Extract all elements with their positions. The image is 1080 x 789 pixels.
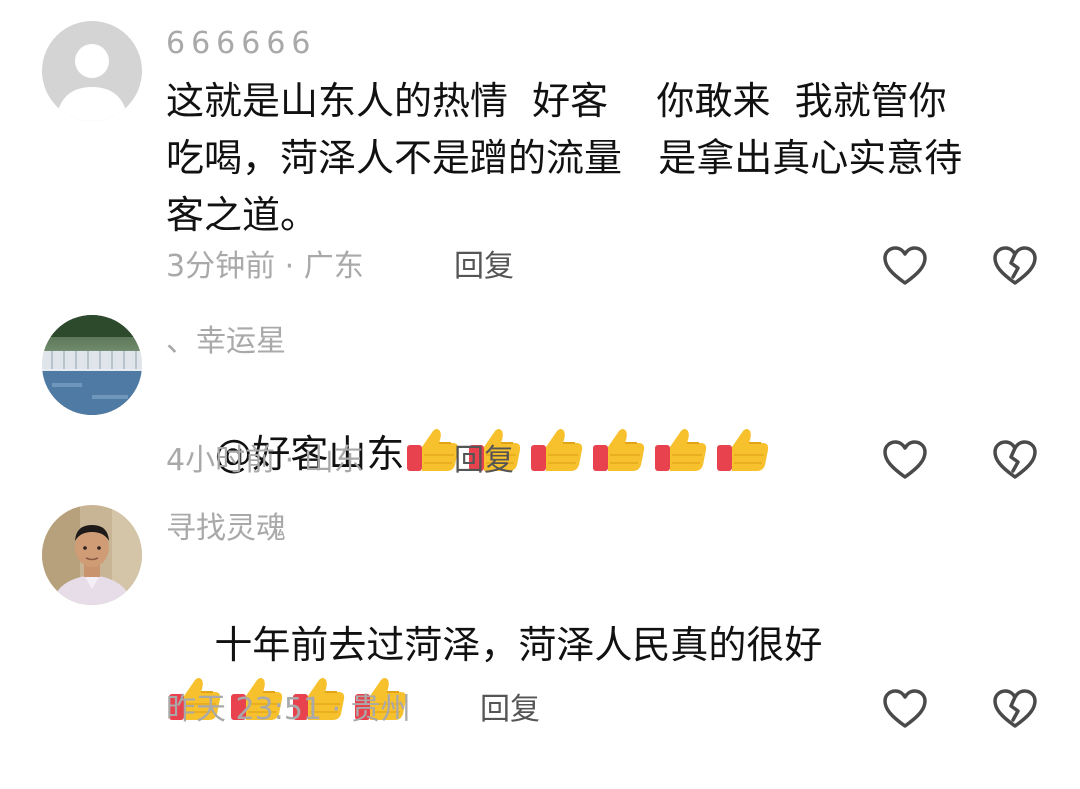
- user-avatar[interactable]: [42, 315, 142, 415]
- thumbs-up-emoji: [714, 425, 772, 475]
- comment-username[interactable]: 寻找灵魂: [166, 509, 286, 549]
- user-avatar[interactable]: [42, 21, 142, 121]
- broken-heart-icon: [993, 440, 1037, 479]
- comment-meta: 昨天 23:51 · 贵州: [166, 692, 411, 727]
- default-avatar-icon: [42, 21, 142, 121]
- heart-outline-icon: [883, 689, 927, 728]
- dislike-button[interactable]: [991, 244, 1039, 288]
- thumbs-up-emoji: [652, 425, 710, 475]
- like-button[interactable]: [881, 244, 929, 288]
- comment-item: 、幸运星 @好客山东 4小时前 · 山东 回复: [0, 300, 1080, 500]
- comment-item: 666666 这就是山东人的热情 好客 你敢来 我就管你 吃喝，菏泽人不是蹭的流…: [0, 0, 1080, 300]
- reply-button[interactable]: 回复: [454, 247, 514, 287]
- like-button[interactable]: [881, 687, 929, 731]
- comment-text: 十年前去过菏泽，菏泽人民真的很好: [214, 623, 823, 667]
- dislike-button[interactable]: [991, 438, 1039, 482]
- waterfall-photo: [42, 315, 142, 415]
- comment-meta: 3分钟前 · 广东: [166, 249, 364, 284]
- dislike-button[interactable]: [991, 687, 1039, 731]
- comment-text-row: 十年前去过菏泽，菏泽人民真的很好: [166, 560, 1056, 789]
- like-button[interactable]: [881, 438, 929, 482]
- reply-button[interactable]: 回复: [454, 441, 514, 481]
- comment-meta: 4小时前 · 山东: [166, 443, 364, 478]
- broken-heart-icon: [993, 689, 1037, 728]
- thumbs-up-emoji: [590, 425, 648, 475]
- reply-button[interactable]: 回复: [480, 690, 540, 730]
- comment-username[interactable]: 、幸运星: [166, 322, 286, 362]
- comment-item: 寻找灵魂 十年前去过菏泽，菏泽人民真的很好 昨天 23:51 · 贵州 回复: [0, 500, 1080, 735]
- heart-outline-icon: [883, 246, 927, 285]
- comment-text: 这就是山东人的热情 好客 你敢来 我就管你 吃喝，菏泽人不是蹭的流量 是拿出真心…: [166, 79, 963, 237]
- man-portrait-photo: [42, 505, 142, 605]
- heart-outline-icon: [883, 440, 927, 479]
- broken-heart-icon: [993, 246, 1037, 285]
- user-avatar[interactable]: [42, 505, 142, 605]
- thumbs-up-emoji: [528, 425, 586, 475]
- comment-username[interactable]: 666666: [166, 24, 317, 64]
